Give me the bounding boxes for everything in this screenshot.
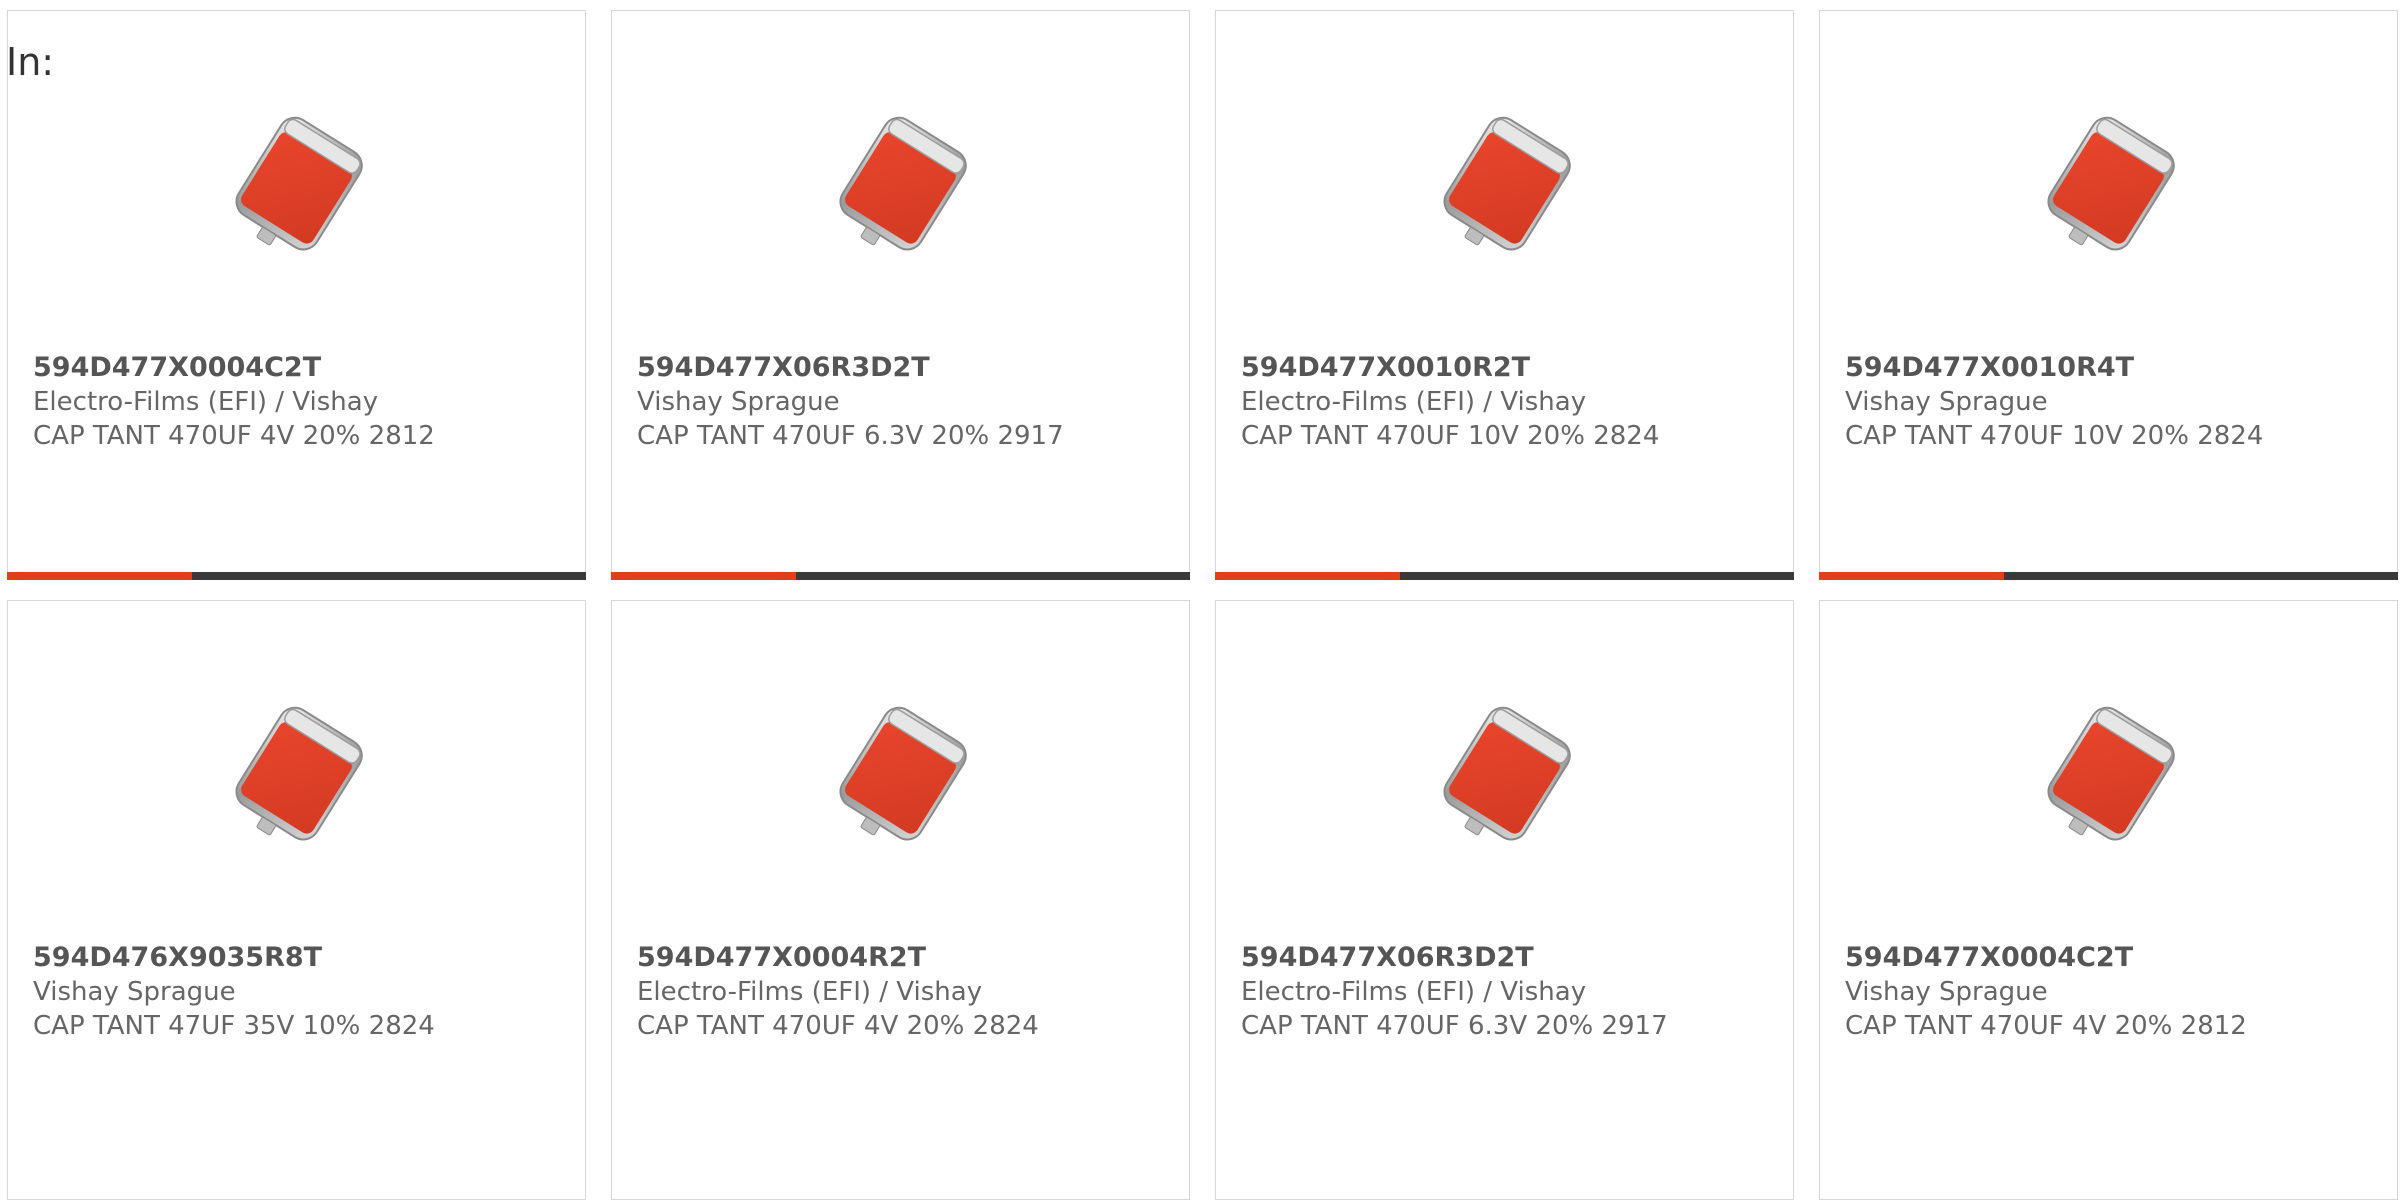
product-image xyxy=(197,677,397,877)
product-image xyxy=(2009,87,2209,287)
description: CAP TANT 470UF 4V 20% 2812 xyxy=(1845,1011,2247,1041)
description: CAP TANT 470UF 4V 20% 2824 xyxy=(637,1011,1039,1041)
product-card[interactable]: 594D476X9035R8T Vishay Sprague CAP TANT … xyxy=(7,600,586,1200)
progress-bar xyxy=(7,572,586,580)
manufacturer: Vishay Sprague xyxy=(1845,977,2048,1007)
progress-fill xyxy=(1819,572,2005,580)
product-image xyxy=(2009,677,2209,877)
manufacturer: Electro-Films (EFI) / Vishay xyxy=(637,977,983,1007)
tantalum-capacitor-icon xyxy=(234,706,363,841)
part-number: 594D477X06R3D2T xyxy=(637,352,930,383)
product-image xyxy=(197,87,397,287)
progress-bar xyxy=(611,572,1190,580)
in-label: In: xyxy=(6,40,55,84)
manufacturer: Vishay Sprague xyxy=(637,387,840,417)
part-number: 594D477X0004R2T xyxy=(637,942,927,973)
tantalum-capacitor-icon xyxy=(2046,116,2175,251)
progress-bar xyxy=(1819,572,2398,580)
description: CAP TANT 470UF 6.3V 20% 2917 xyxy=(637,421,1064,451)
product-card[interactable]: 594D477X06R3D2T Vishay Sprague CAP TANT … xyxy=(611,10,1190,580)
manufacturer: Electro-Films (EFI) / Vishay xyxy=(33,387,379,417)
progress-fill xyxy=(7,572,193,580)
manufacturer: Vishay Sprague xyxy=(33,977,236,1007)
description: CAP TANT 470UF 10V 20% 2824 xyxy=(1241,421,1660,451)
tantalum-capacitor-icon xyxy=(1442,116,1571,251)
product-card[interactable]: 594D477X0004C2T Vishay Sprague CAP TANT … xyxy=(1819,600,2398,1200)
product-card[interactable]: 594D477X0010R4T Vishay Sprague CAP TANT … xyxy=(1819,10,2398,580)
product-card[interactable]: 594D477X0004R2T Electro-Films (EFI) / Vi… xyxy=(611,600,1190,1200)
progress-bar xyxy=(1215,572,1794,580)
part-number: 594D477X0004C2T xyxy=(33,352,322,383)
product-image xyxy=(1405,677,1605,877)
progress-fill xyxy=(611,572,797,580)
description: CAP TANT 470UF 6.3V 20% 2917 xyxy=(1241,1011,1668,1041)
product-image xyxy=(1405,87,1605,287)
product-card[interactable]: 594D477X06R3D2T Electro-Films (EFI) / Vi… xyxy=(1215,600,1794,1200)
part-number: 594D477X0004C2T xyxy=(1845,942,2134,973)
tantalum-capacitor-icon xyxy=(1442,706,1571,841)
description: CAP TANT 47UF 35V 10% 2824 xyxy=(33,1011,435,1041)
tantalum-capacitor-icon xyxy=(234,116,363,251)
product-card[interactable]: 594D477X0004C2T Electro-Films (EFI) / Vi… xyxy=(7,10,586,580)
product-image xyxy=(801,677,1001,877)
manufacturer: Electro-Films (EFI) / Vishay xyxy=(1241,387,1587,417)
tantalum-capacitor-icon xyxy=(2046,706,2175,841)
product-grid: 594D477X0004C2T Electro-Films (EFI) / Vi… xyxy=(0,0,2400,1200)
part-number: 594D476X9035R8T xyxy=(33,942,323,973)
manufacturer: Electro-Films (EFI) / Vishay xyxy=(1241,977,1587,1007)
part-number: 594D477X0010R4T xyxy=(1845,352,2135,383)
part-number: 594D477X06R3D2T xyxy=(1241,942,1534,973)
description: CAP TANT 470UF 4V 20% 2812 xyxy=(33,421,435,451)
progress-fill xyxy=(1215,572,1401,580)
manufacturer: Vishay Sprague xyxy=(1845,387,2048,417)
description: CAP TANT 470UF 10V 20% 2824 xyxy=(1845,421,2264,451)
product-card[interactable]: 594D477X0010R2T Electro-Films (EFI) / Vi… xyxy=(1215,10,1794,580)
tantalum-capacitor-icon xyxy=(838,706,967,841)
tantalum-capacitor-icon xyxy=(838,116,967,251)
product-image xyxy=(801,87,1001,287)
part-number: 594D477X0010R2T xyxy=(1241,352,1531,383)
